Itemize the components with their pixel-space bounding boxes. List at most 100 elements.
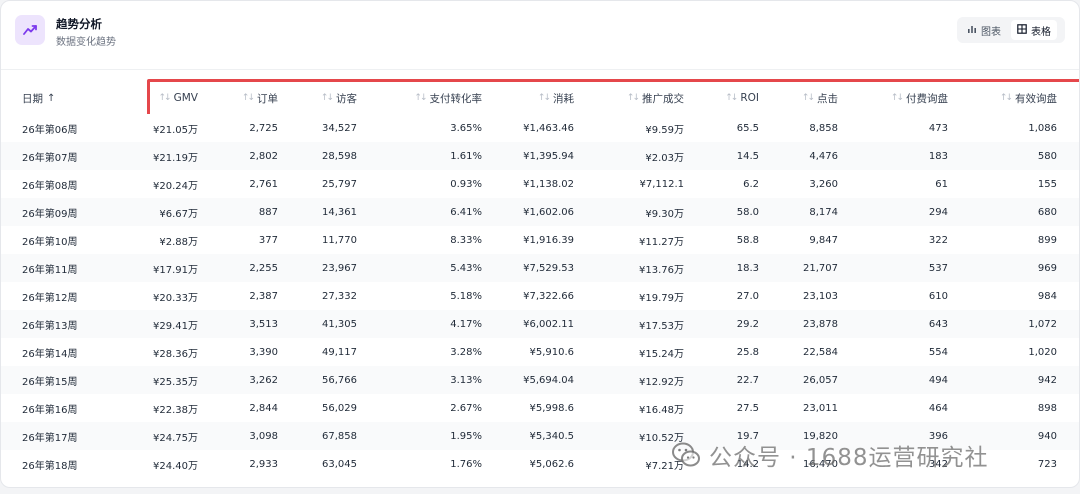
table-row[interactable]: 26年第15周 ¥25.35万 3,262 56,766 3.13% ¥5,694.04 ¥… [1,366,1079,394]
cell-valid_inquiry: 580 [1037,150,1057,162]
cell-spend: ¥5,910.6 [529,346,574,358]
cell-gmv: ¥29.41万 [153,320,198,332]
sort-ascending-icon: ↑ [47,92,56,104]
cell-roi: 19.7 [736,430,759,442]
table-row[interactable]: 26年第11周 ¥17.91万 2,255 23,967 5.43% ¥7,529.53 ¥… [1,254,1079,282]
chart-view-button[interactable]: 图表 [961,20,1007,40]
table-view-button[interactable]: 表格 [1011,20,1057,40]
cell-roi: 18.3 [736,262,759,274]
column-header-roi[interactable]: ↑↓ ROI [725,79,759,117]
sort-icon: ↑↓ [320,93,334,103]
cell-valid_inquiry: 680 [1037,206,1057,218]
column-header-promo_deal[interactable]: ↑↓ 推广成交 [627,79,684,117]
cell-roi: 25.8 [736,346,759,358]
cell-orders: 2,802 [249,150,278,162]
cell-clicks: 22,584 [803,346,838,358]
table-row[interactable]: 26年第16周 ¥22.38万 2,844 56,029 2.67% ¥5,998.6 ¥1… [1,394,1079,422]
cell-clicks: 26,057 [803,374,838,386]
table-row[interactable]: 26年第18周 ¥24.40万 2,933 63,045 1.76% ¥5,062.6 ¥7… [1,450,1079,478]
cell-orders: 2,933 [249,458,278,470]
cell-visitors: 67,858 [322,430,357,442]
cell-spend: ¥1,138.02 [523,178,574,190]
table-row[interactable]: 26年第13周 ¥29.41万 3,513 41,305 4.17% ¥6,002.11 ¥… [1,310,1079,338]
cell-paid_inquiry: 643 [928,318,948,330]
cell-clicks: 23,103 [803,290,838,302]
cell-valid_inquiry: 969 [1037,262,1057,274]
cell-orders: 2,387 [249,290,278,302]
cell-orders: 2,844 [249,402,278,414]
sort-icon: ↑↓ [537,93,551,103]
cell-clicks: 9,847 [809,234,838,246]
cell-roi: 6.2 [743,178,759,190]
cell-visitors: 23,967 [322,262,357,274]
cell-spend: ¥1,463.46 [523,122,574,134]
table-row[interactable]: 26年第06周 ¥21.05万 2,725 34,527 3.65% ¥1,463.46 ¥… [1,114,1079,142]
column-label: 访客 [336,92,357,105]
cell-spend: ¥1,916.39 [523,234,574,246]
column-header-clicks[interactable]: ↑↓ 点击 [802,79,838,117]
column-header-valid_inquiry[interactable]: ↑↓ 有效询盘 [1000,79,1057,117]
cell-date: 26年第18周 [22,460,78,472]
column-header-pay_rate[interactable]: ↑↓ 支付转化率 [414,79,482,117]
cell-roi: 29.2 [736,318,759,330]
cell-valid_inquiry: 1,020 [1028,346,1057,358]
cell-orders: 2,761 [249,178,278,190]
table-row[interactable]: 26年第12周 ¥20.33万 2,387 27,332 5.18% ¥7,322.66 ¥… [1,282,1079,310]
header-divider [1,69,1079,70]
table-row[interactable]: 26年第07周 ¥21.19万 2,802 28,598 1.61% ¥1,395.94 ¥… [1,142,1079,170]
bar-chart-icon [967,24,977,37]
cell-paid_inquiry: 294 [928,206,948,218]
cell-clicks: 16,470 [803,458,838,470]
column-header-orders[interactable]: ↑↓ 订单 [242,79,278,117]
cell-roi: 27.0 [736,290,759,302]
table-row[interactable]: 26年第08周 ¥20.24万 2,761 25,797 0.93% ¥1,138.02 ¥… [1,170,1079,198]
column-header-gmv[interactable]: ↑↓ GMV [159,79,198,117]
cell-spend: ¥1,602.06 [523,206,574,218]
cell-orders: 3,098 [249,430,278,442]
column-label: 有效询盘 [1015,92,1057,105]
cell-promo_deal: ¥16.48万 [639,404,684,416]
page-subtitle: 数据变化趋势 [56,37,116,48]
cell-gmv: ¥17.91万 [153,264,198,276]
cell-orders: 377 [258,234,278,246]
cell-roi: 14.2 [736,458,759,470]
column-label: 日期 [22,92,43,105]
cell-spend: ¥5,694.04 [523,374,574,386]
table-view-label: 表格 [1031,26,1051,38]
column-header-paid_inquiry[interactable]: ↑↓ 付费询盘 [891,79,948,117]
cell-paid_inquiry: 554 [928,346,948,358]
trending-up-icon [15,15,45,45]
table-row[interactable]: 26年第17周 ¥24.75万 3,098 67,858 1.95% ¥5,340.5 ¥1… [1,422,1079,450]
cell-roi: 27.5 [736,402,759,414]
cell-spend: ¥6,002.11 [523,318,574,330]
cell-valid_inquiry: 940 [1037,430,1057,442]
cell-visitors: 49,117 [322,346,357,358]
cell-spend: ¥7,322.66 [523,290,574,302]
cell-orders: 3,513 [249,318,278,330]
cell-pay_rate: 3.28% [450,346,482,358]
sort-icon: ↑↓ [801,93,815,103]
cell-orders: 3,390 [249,346,278,358]
cell-spend: ¥5,998.6 [529,402,574,414]
column-header-date[interactable]: 日期 ↑ [22,79,55,117]
cell-pay_rate: 2.67% [450,402,482,414]
cell-roi: 22.7 [736,374,759,386]
cell-roi: 65.5 [736,122,759,134]
cell-pay_rate: 5.43% [450,262,482,274]
column-header-visitors[interactable]: ↑↓ 访客 [321,79,357,117]
table-row[interactable]: 26年第09周 ¥6.67万 887 14,361 6.41% ¥1,602.06 ¥9.3… [1,198,1079,226]
cell-promo_deal: ¥17.53万 [639,320,684,332]
cell-pay_rate: 1.76% [450,458,482,470]
cell-clicks: 8,858 [809,122,838,134]
cell-promo_deal: ¥11.27万 [639,236,684,248]
table-row[interactable]: 26年第10周 ¥2.88万 377 11,770 8.33% ¥1,916.39 ¥11.… [1,226,1079,254]
cell-spend: ¥5,062.6 [529,458,574,470]
cell-orders: 2,725 [249,122,278,134]
sort-icon: ↑↓ [999,93,1013,103]
cell-paid_inquiry: 473 [928,122,948,134]
cell-spend: ¥1,395.94 [523,150,574,162]
cell-gmv: ¥20.24万 [153,180,198,192]
cell-date: 26年第15周 [22,376,78,388]
table-row[interactable]: 26年第14周 ¥28.36万 3,390 49,117 3.28% ¥5,910.6 ¥1… [1,338,1079,366]
column-header-spend[interactable]: ↑↓ 消耗 [538,79,574,117]
